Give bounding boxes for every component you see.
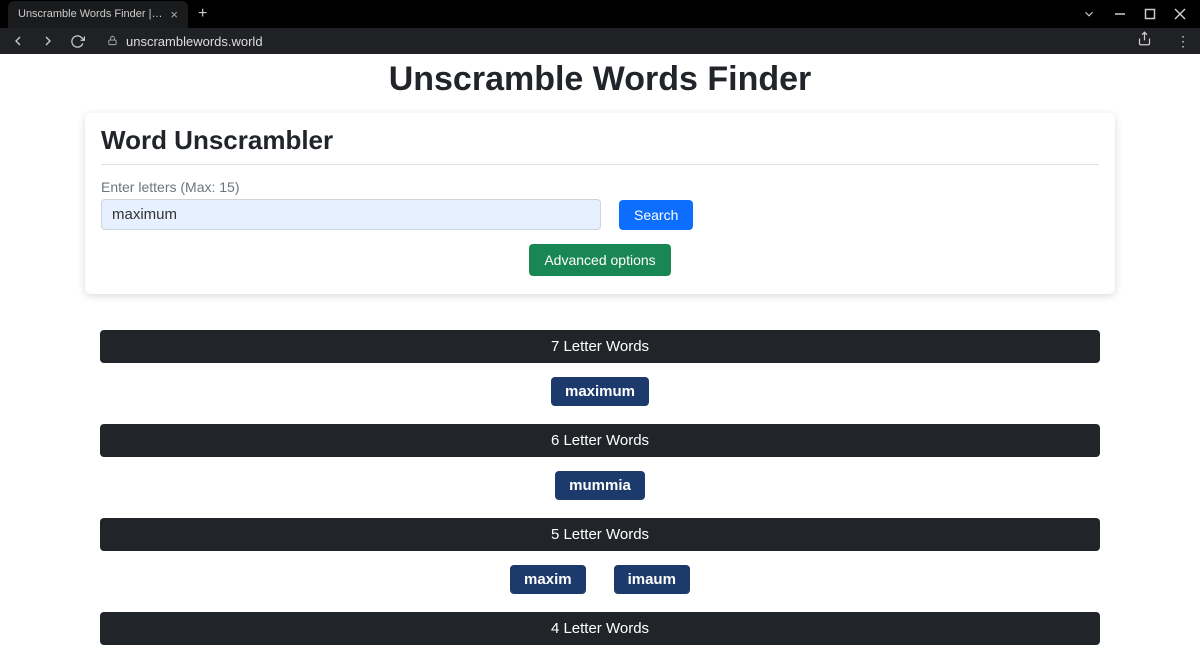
new-tab-button[interactable]: + [188, 5, 217, 23]
tab-bar: Unscramble Words Finder | Word × + [0, 0, 1200, 28]
address-bar[interactable]: unscramblewords.world [99, 34, 1123, 49]
menu-dots-icon[interactable]: ⋮ [1176, 33, 1190, 50]
group-header: 5 Letter Words [100, 518, 1100, 551]
close-window-icon[interactable] [1174, 8, 1186, 20]
browser-chrome: Unscramble Words Finder | Word × + [0, 0, 1200, 54]
word-chip[interactable]: maxim [510, 565, 586, 594]
page-viewport: Unscramble Words Finder Word Unscrambler… [0, 54, 1200, 648]
back-button[interactable] [10, 33, 26, 49]
group-words: mummia [100, 457, 1100, 518]
reload-button[interactable] [70, 34, 85, 49]
page-title: Unscramble Words Finder [0, 54, 1200, 113]
group-words: maximum [100, 363, 1100, 424]
url-text: unscramblewords.world [126, 34, 263, 49]
word-chip[interactable]: imaum [614, 565, 690, 594]
browser-tab[interactable]: Unscramble Words Finder | Word × [8, 1, 188, 28]
letters-label: Enter letters (Max: 15) [101, 179, 1099, 195]
minimize-icon[interactable] [1114, 8, 1126, 20]
word-chip[interactable]: mummia [555, 471, 645, 500]
advanced-options-button[interactable]: Advanced options [529, 244, 670, 276]
group-header: 7 Letter Words [100, 330, 1100, 363]
forward-button[interactable] [40, 33, 56, 49]
share-icon[interactable] [1137, 31, 1152, 51]
group-header: 4 Letter Words [100, 612, 1100, 645]
maximize-icon[interactable] [1144, 8, 1156, 20]
scroll-area[interactable]: Unscramble Words Finder Word Unscrambler… [0, 54, 1200, 648]
lock-icon [107, 34, 118, 49]
close-tab-icon[interactable]: × [170, 7, 178, 22]
tab-title: Unscramble Words Finder | Word [18, 8, 164, 20]
search-button[interactable]: Search [619, 200, 693, 230]
word-chip[interactable]: maximum [551, 377, 649, 406]
nav-bar: unscramblewords.world ⋮ [0, 28, 1200, 54]
unscrambler-card: Word Unscrambler Enter letters (Max: 15)… [85, 113, 1115, 294]
chevron-down-icon[interactable] [1082, 7, 1096, 21]
window-controls [1068, 0, 1200, 28]
group-words: maxim imaum [100, 551, 1100, 612]
group-header: 6 Letter Words [100, 424, 1100, 457]
card-title: Word Unscrambler [101, 125, 1099, 165]
results-section: 7 Letter Words maximum 6 Letter Words mummi… [100, 330, 1100, 648]
letters-input[interactable] [101, 199, 601, 230]
